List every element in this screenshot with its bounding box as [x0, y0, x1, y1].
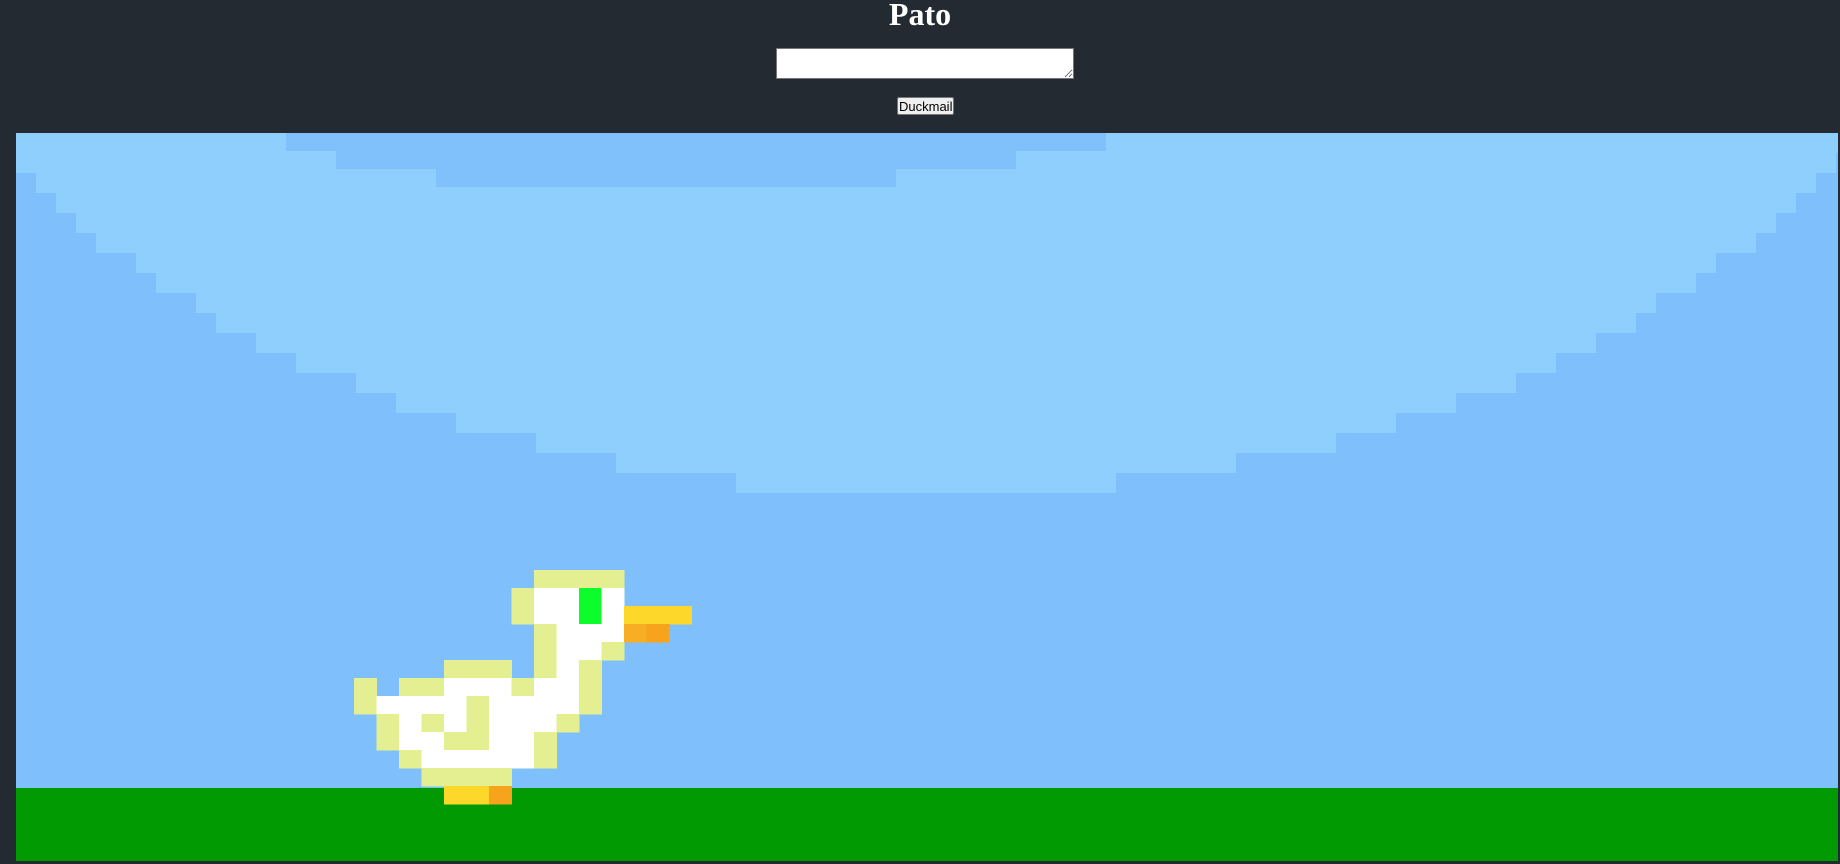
duck-pixel — [421, 678, 445, 697]
duck-pixel — [466, 768, 490, 787]
duck-pixel — [444, 678, 467, 697]
duck-pixel — [376, 714, 400, 733]
game-canvas[interactable] — [16, 133, 1838, 861]
duck-pixel — [534, 660, 557, 679]
duck-pixel — [399, 732, 422, 751]
duck-pixel — [376, 732, 400, 751]
duck-pixel — [534, 696, 557, 715]
duck-pixel — [421, 696, 445, 715]
duck-pixel — [376, 696, 400, 715]
page-title: Pato — [888, 0, 952, 32]
duck-pixel — [534, 606, 557, 625]
duck-pixel — [556, 714, 580, 733]
duck-pixel — [511, 678, 535, 697]
duckmail-button[interactable]: Duckmail — [897, 97, 955, 115]
duck-pixel — [421, 732, 445, 751]
duck-pixel — [601, 642, 625, 661]
duck-pixel — [466, 660, 490, 679]
duck-pixel — [601, 588, 625, 607]
duck-pixel — [444, 696, 467, 715]
message-input[interactable] — [776, 48, 1074, 79]
duck-pixel — [489, 750, 512, 769]
duck-pixel — [534, 624, 557, 643]
duck-pixel — [534, 714, 557, 733]
duck-pixel — [556, 570, 580, 589]
duck-pixel — [556, 606, 580, 625]
duck-pixel — [466, 714, 490, 733]
duck-pixel — [579, 642, 602, 661]
duck-pixel — [354, 678, 377, 697]
duck-pixel — [579, 660, 602, 679]
duck-pixel — [534, 642, 557, 661]
duck-pixel — [556, 624, 580, 643]
duck-pixel — [354, 696, 377, 715]
duck-pixel — [511, 696, 535, 715]
duck-pixel — [399, 750, 422, 769]
duck-pixel — [534, 588, 557, 607]
duck-pixel — [444, 714, 467, 733]
duck-pixel — [511, 606, 535, 625]
duck-pixel — [511, 588, 535, 607]
duck-pixel — [646, 606, 670, 625]
duck-pixel — [601, 606, 625, 625]
duck-pixel — [556, 678, 580, 697]
duck-pixel — [444, 786, 467, 805]
duck-pixel — [421, 714, 445, 733]
duck-pixel — [466, 750, 490, 769]
duck-pixel — [511, 732, 535, 751]
duck-pixel — [466, 786, 490, 805]
duck-pixel — [534, 750, 557, 769]
duck-pixel — [421, 768, 445, 787]
page-header: Pato Duckmail — [0, 0, 1840, 133]
duck-pixel — [511, 750, 535, 769]
duck-pixel — [556, 642, 580, 661]
duck-pixel — [511, 714, 535, 733]
duck-pixel — [579, 678, 602, 697]
duck-pixel — [489, 786, 512, 805]
duck-pixel — [579, 588, 602, 607]
duck-pixel — [421, 750, 445, 769]
duck-pixel — [669, 606, 692, 625]
duck-pixel — [624, 606, 647, 625]
duck-pixel — [466, 678, 490, 697]
duck-pixel — [466, 732, 490, 751]
duck-pixel — [601, 570, 625, 589]
duck-pixel — [444, 660, 467, 679]
duck-pixel — [399, 714, 422, 733]
duck-pixel — [534, 678, 557, 697]
duck-pixel — [556, 588, 580, 607]
duck-pixel — [579, 624, 602, 643]
duck-pixel — [489, 696, 512, 715]
duck-pixel — [624, 624, 647, 643]
duck-pixel — [556, 696, 580, 715]
duck-pixel — [444, 750, 467, 769]
duck-pixel — [579, 570, 602, 589]
duck-pixel — [444, 732, 467, 751]
duck-pixel — [489, 660, 512, 679]
duck-pixel — [646, 624, 670, 643]
duck-pixel — [489, 768, 512, 787]
duck-pixel — [534, 732, 557, 751]
duck-pixel — [489, 714, 512, 733]
duck-icon — [354, 570, 692, 805]
duck-pixel — [601, 624, 625, 643]
duck-pixel — [489, 678, 512, 697]
duck-pixel — [399, 696, 422, 715]
duck-pixel — [489, 732, 512, 751]
duck-pixel — [579, 696, 602, 715]
duck-pixel — [444, 768, 467, 787]
duck-pixel — [579, 606, 602, 625]
duck-pixel — [556, 660, 580, 679]
duck-pixel — [399, 678, 422, 697]
duck-pixel — [534, 570, 557, 589]
duck-pixel — [466, 696, 490, 715]
